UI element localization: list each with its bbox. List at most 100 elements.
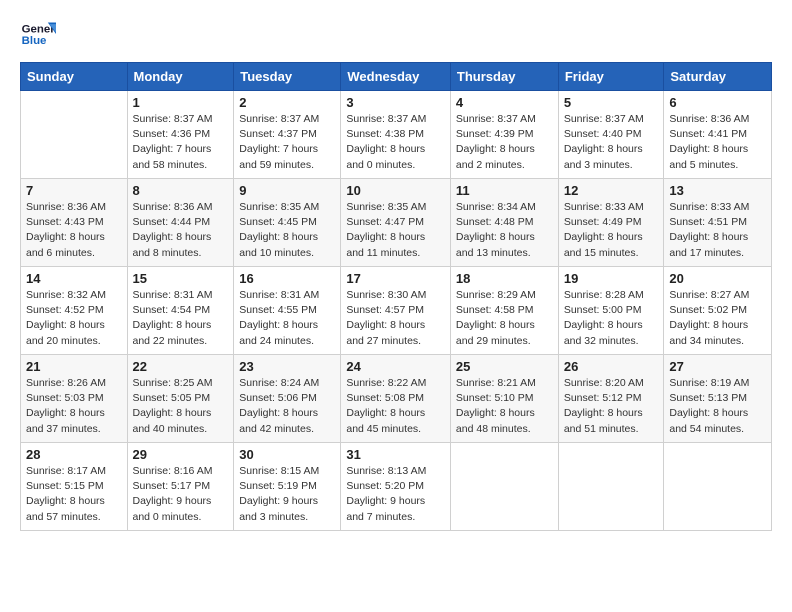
day-info: Sunrise: 8:36 AM Sunset: 4:44 PM Dayligh…	[133, 200, 229, 261]
day-number: 23	[239, 359, 335, 374]
day-info: Sunrise: 8:15 AM Sunset: 5:19 PM Dayligh…	[239, 464, 335, 525]
day-number: 5	[564, 95, 659, 110]
calendar-day-cell: 29Sunrise: 8:16 AM Sunset: 5:17 PM Dayli…	[127, 443, 234, 531]
day-number: 12	[564, 183, 659, 198]
calendar-day-cell: 7 Sunrise: 8:36 AM Sunset: 4:43 PM Daylig…	[21, 179, 128, 267]
calendar-day-cell: 2Sunrise: 8:37 AM Sunset: 4:37 PM Daylig…	[234, 91, 341, 179]
calendar-day-cell: 11 Sunrise: 8:34 AM Sunset: 4:48 PM Dayli…	[450, 179, 558, 267]
calendar-day-cell: 5 Sunrise: 8:37 AM Sunset: 4:40 PM Daylig…	[558, 91, 664, 179]
calendar-day-cell: 23 Sunrise: 8:24 AM Sunset: 5:06 PM Dayli…	[234, 355, 341, 443]
day-info: Sunrise: 8:36 AM Sunset: 4:43 PM Dayligh…	[26, 200, 122, 261]
day-info: Sunrise: 8:17 AM Sunset: 5:15 PM Dayligh…	[26, 464, 122, 525]
day-info: Sunrise: 8:26 AM Sunset: 5:03 PM Dayligh…	[26, 376, 122, 437]
day-info: Sunrise: 8:37 AM Sunset: 4:37 PM Dayligh…	[239, 112, 335, 173]
calendar-day-cell: 22 Sunrise: 8:25 AM Sunset: 5:05 PM Dayli…	[127, 355, 234, 443]
calendar-day-cell: 31Sunrise: 8:13 AM Sunset: 5:20 PM Dayli…	[341, 443, 451, 531]
day-number: 1	[133, 95, 229, 110]
day-info: Sunrise: 8:36 AM Sunset: 4:41 PM Dayligh…	[669, 112, 766, 173]
day-number: 24	[346, 359, 445, 374]
day-info: Sunrise: 8:19 AM Sunset: 5:13 PM Dayligh…	[669, 376, 766, 437]
calendar-day-cell: 25 Sunrise: 8:21 AM Sunset: 5:10 PM Dayli…	[450, 355, 558, 443]
day-info: Sunrise: 8:33 AM Sunset: 4:49 PM Dayligh…	[564, 200, 659, 261]
calendar-week-row: 21 Sunrise: 8:26 AM Sunset: 5:03 PM Dayli…	[21, 355, 772, 443]
empty-day-cell	[664, 443, 772, 531]
calendar-day-cell: 26Sunrise: 8:20 AM Sunset: 5:12 PM Dayli…	[558, 355, 664, 443]
calendar-day-cell: 9Sunrise: 8:35 AM Sunset: 4:45 PM Daylig…	[234, 179, 341, 267]
empty-day-cell	[450, 443, 558, 531]
calendar-day-cell: 19Sunrise: 8:28 AM Sunset: 5:00 PM Dayli…	[558, 267, 664, 355]
day-number: 13	[669, 183, 766, 198]
day-info: Sunrise: 8:33 AM Sunset: 4:51 PM Dayligh…	[669, 200, 766, 261]
day-number: 21	[26, 359, 122, 374]
day-info: Sunrise: 8:34 AM Sunset: 4:48 PM Dayligh…	[456, 200, 553, 261]
svg-text:Blue: Blue	[22, 35, 47, 47]
calendar-day-cell: 14 Sunrise: 8:32 AM Sunset: 4:52 PM Dayli…	[21, 267, 128, 355]
calendar-week-row: 7 Sunrise: 8:36 AM Sunset: 4:43 PM Daylig…	[21, 179, 772, 267]
day-info: Sunrise: 8:22 AM Sunset: 5:08 PM Dayligh…	[346, 376, 445, 437]
calendar-day-cell: 3 Sunrise: 8:37 AM Sunset: 4:38 PM Daylig…	[341, 91, 451, 179]
day-number: 22	[133, 359, 229, 374]
day-info: Sunrise: 8:21 AM Sunset: 5:10 PM Dayligh…	[456, 376, 553, 437]
weekday-header-friday: Friday	[558, 63, 664, 91]
day-number: 14	[26, 271, 122, 286]
calendar-table: SundayMondayTuesdayWednesdayThursdayFrid…	[20, 62, 772, 531]
day-number: 26	[564, 359, 659, 374]
logo: General Blue	[20, 16, 56, 52]
day-info: Sunrise: 8:31 AM Sunset: 4:55 PM Dayligh…	[239, 288, 335, 349]
calendar-day-cell: 24 Sunrise: 8:22 AM Sunset: 5:08 PM Dayli…	[341, 355, 451, 443]
day-info: Sunrise: 8:37 AM Sunset: 4:36 PM Dayligh…	[133, 112, 229, 173]
day-info: Sunrise: 8:16 AM Sunset: 5:17 PM Dayligh…	[133, 464, 229, 525]
day-number: 25	[456, 359, 553, 374]
day-number: 10	[346, 183, 445, 198]
calendar-day-cell: 8 Sunrise: 8:36 AM Sunset: 4:44 PM Daylig…	[127, 179, 234, 267]
day-info: Sunrise: 8:37 AM Sunset: 4:39 PM Dayligh…	[456, 112, 553, 173]
calendar-day-cell: 6 Sunrise: 8:36 AM Sunset: 4:41 PM Daylig…	[664, 91, 772, 179]
calendar-day-cell: 17 Sunrise: 8:30 AM Sunset: 4:57 PM Dayli…	[341, 267, 451, 355]
calendar-day-cell: 1 Sunrise: 8:37 AM Sunset: 4:36 PM Daylig…	[127, 91, 234, 179]
day-number: 3	[346, 95, 445, 110]
weekday-header-wednesday: Wednesday	[341, 63, 451, 91]
day-number: 7	[26, 183, 122, 198]
calendar-day-cell: 20 Sunrise: 8:27 AM Sunset: 5:02 PM Dayli…	[664, 267, 772, 355]
calendar-day-cell: 13 Sunrise: 8:33 AM Sunset: 4:51 PM Dayli…	[664, 179, 772, 267]
day-info: Sunrise: 8:28 AM Sunset: 5:00 PM Dayligh…	[564, 288, 659, 349]
day-info: Sunrise: 8:24 AM Sunset: 5:06 PM Dayligh…	[239, 376, 335, 437]
day-number: 20	[669, 271, 766, 286]
page: General Blue SundayMondayTuesdayWednesda…	[0, 0, 792, 612]
calendar-day-cell: 28Sunrise: 8:17 AM Sunset: 5:15 PM Dayli…	[21, 443, 128, 531]
calendar-week-row: 28Sunrise: 8:17 AM Sunset: 5:15 PM Dayli…	[21, 443, 772, 531]
weekday-header-monday: Monday	[127, 63, 234, 91]
day-number: 31	[346, 447, 445, 462]
day-info: Sunrise: 8:35 AM Sunset: 4:45 PM Dayligh…	[239, 200, 335, 261]
calendar-day-cell: 10 Sunrise: 8:35 AM Sunset: 4:47 PM Dayli…	[341, 179, 451, 267]
day-info: Sunrise: 8:32 AM Sunset: 4:52 PM Dayligh…	[26, 288, 122, 349]
calendar-day-cell: 4Sunrise: 8:37 AM Sunset: 4:39 PM Daylig…	[450, 91, 558, 179]
calendar-week-row: 14 Sunrise: 8:32 AM Sunset: 4:52 PM Dayli…	[21, 267, 772, 355]
weekday-header-sunday: Sunday	[21, 63, 128, 91]
empty-day-cell	[558, 443, 664, 531]
day-info: Sunrise: 8:37 AM Sunset: 4:38 PM Dayligh…	[346, 112, 445, 173]
day-number: 6	[669, 95, 766, 110]
header: General Blue	[20, 16, 772, 52]
calendar-day-cell: 15Sunrise: 8:31 AM Sunset: 4:54 PM Dayli…	[127, 267, 234, 355]
logo-icon: General Blue	[20, 16, 56, 52]
day-info: Sunrise: 8:35 AM Sunset: 4:47 PM Dayligh…	[346, 200, 445, 261]
empty-day-cell	[21, 91, 128, 179]
calendar-day-cell: 16Sunrise: 8:31 AM Sunset: 4:55 PM Dayli…	[234, 267, 341, 355]
day-number: 17	[346, 271, 445, 286]
weekday-header-row: SundayMondayTuesdayWednesdayThursdayFrid…	[21, 63, 772, 91]
weekday-header-tuesday: Tuesday	[234, 63, 341, 91]
day-info: Sunrise: 8:31 AM Sunset: 4:54 PM Dayligh…	[133, 288, 229, 349]
day-number: 11	[456, 183, 553, 198]
calendar-week-row: 1 Sunrise: 8:37 AM Sunset: 4:36 PM Daylig…	[21, 91, 772, 179]
day-info: Sunrise: 8:29 AM Sunset: 4:58 PM Dayligh…	[456, 288, 553, 349]
day-info: Sunrise: 8:27 AM Sunset: 5:02 PM Dayligh…	[669, 288, 766, 349]
weekday-header-saturday: Saturday	[664, 63, 772, 91]
day-info: Sunrise: 8:25 AM Sunset: 5:05 PM Dayligh…	[133, 376, 229, 437]
day-info: Sunrise: 8:30 AM Sunset: 4:57 PM Dayligh…	[346, 288, 445, 349]
day-info: Sunrise: 8:37 AM Sunset: 4:40 PM Dayligh…	[564, 112, 659, 173]
day-number: 27	[669, 359, 766, 374]
calendar-day-cell: 12 Sunrise: 8:33 AM Sunset: 4:49 PM Dayli…	[558, 179, 664, 267]
calendar-day-cell: 30Sunrise: 8:15 AM Sunset: 5:19 PM Dayli…	[234, 443, 341, 531]
day-number: 8	[133, 183, 229, 198]
